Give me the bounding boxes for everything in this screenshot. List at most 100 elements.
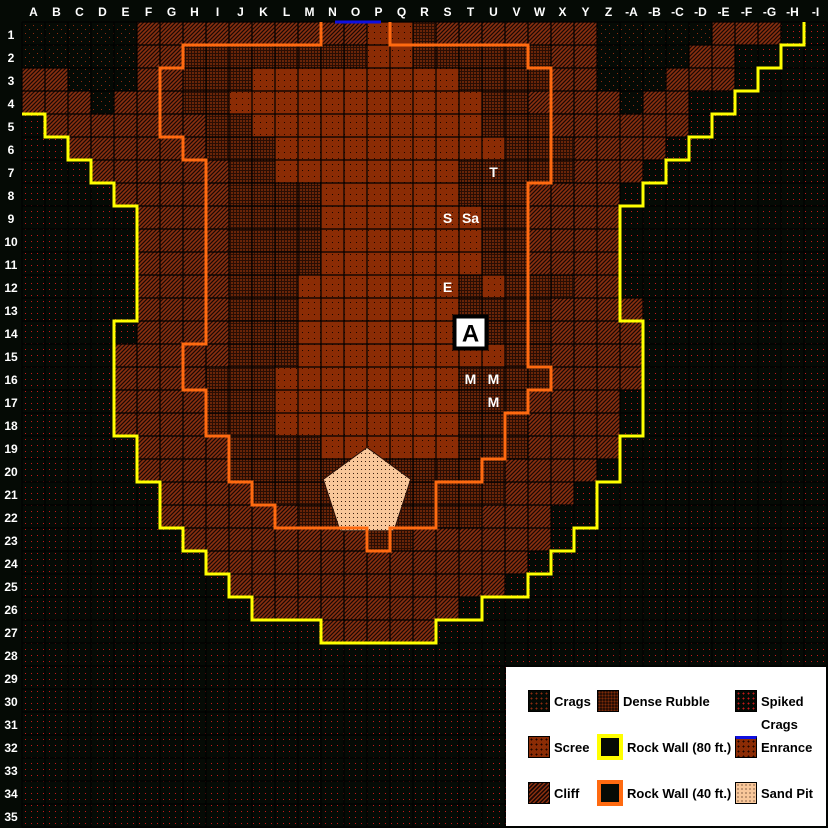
- map-cell-spiked-crags: [551, 551, 574, 574]
- map-cell-cliff: [505, 551, 528, 574]
- map-cell-cliff: [620, 137, 643, 160]
- map-cell-spiked-crags: [45, 528, 68, 551]
- map-cell-cliff: [114, 413, 137, 436]
- map-cell-spiked-crags: [528, 597, 551, 620]
- map-cell-spiked-crags: [91, 804, 114, 827]
- map-cell-spiked-crags: [666, 643, 689, 666]
- map-cell-spiked-crags: [712, 344, 735, 367]
- map-cell-spiked-crags: [413, 781, 436, 804]
- map-cell-spiked-crags: [758, 620, 781, 643]
- map-cell-spiked-crags: [735, 298, 758, 321]
- map-cell-scree: [298, 137, 321, 160]
- creature-marker[interactable]: Sa: [462, 210, 479, 226]
- map-cell-dense-rubble: [482, 252, 505, 275]
- map-cell-spiked-crags: [91, 758, 114, 781]
- map-cell-cliff: [620, 114, 643, 137]
- map-cell-spiked-crags: [735, 528, 758, 551]
- map-cell-spiked-crags: [689, 620, 712, 643]
- map-cell-scree: [275, 91, 298, 114]
- creature-marker[interactable]: M: [488, 371, 500, 387]
- map-cell-spiked-crags: [620, 574, 643, 597]
- map-cell-spiked-crags: [666, 597, 689, 620]
- column-label: X: [558, 5, 566, 19]
- map-cell-spiked-crags: [45, 666, 68, 689]
- map-cell-spiked-crags: [758, 183, 781, 206]
- map-cell-spiked-crags: [91, 643, 114, 666]
- map-cell-scree: [367, 321, 390, 344]
- map-cell-dense-rubble: [229, 367, 252, 390]
- map-cell-spiked-crags: [68, 551, 91, 574]
- map-cell-dense-rubble: [459, 505, 482, 528]
- map-cell-cliff: [183, 390, 206, 413]
- map-cell-cliff: [482, 505, 505, 528]
- creature-marker[interactable]: E: [443, 279, 452, 295]
- map-cell-scree: [436, 390, 459, 413]
- map-cell-spiked-crags: [459, 758, 482, 781]
- map-cell-cliff: [735, 22, 758, 45]
- map-cell-crags: [68, 45, 91, 68]
- map-cell-dense-rubble: [275, 229, 298, 252]
- map-cell-spiked-crags: [229, 804, 252, 827]
- map-cell-spiked-crags: [758, 252, 781, 275]
- map-cell-spiked-crags: [666, 275, 689, 298]
- map-cell-spiked-crags: [22, 114, 45, 137]
- map-cell-cliff: [528, 413, 551, 436]
- map-cell-spiked-crags: [804, 597, 827, 620]
- map-cell-cliff: [183, 275, 206, 298]
- map-cell-cliff: [114, 160, 137, 183]
- map-cell-spiked-crags: [91, 666, 114, 689]
- creature-marker[interactable]: T: [489, 164, 498, 180]
- map-cell-spiked-crags: [620, 252, 643, 275]
- map-cell-spiked-crags: [114, 528, 137, 551]
- player-token[interactable]: A: [462, 321, 479, 348]
- map-cell-cliff: [574, 229, 597, 252]
- column-label: -I: [812, 5, 819, 19]
- map-cell-dense-rubble: [298, 45, 321, 68]
- map-cell-scree: [390, 206, 413, 229]
- map-cell-dense-rubble: [482, 436, 505, 459]
- row-label: 2: [8, 51, 15, 65]
- map-cell-spiked-crags: [321, 643, 344, 666]
- map-cell-scree: [436, 68, 459, 91]
- map-cell-spiked-crags: [666, 160, 689, 183]
- map-cell-spiked-crags: [114, 758, 137, 781]
- map-cell-spiked-crags: [620, 436, 643, 459]
- map-cell-spiked-crags: [482, 643, 505, 666]
- map-cell-cliff: [137, 298, 160, 321]
- map-cell-scree: [344, 275, 367, 298]
- map-cell-cliff: [597, 229, 620, 252]
- map-cell-spiked-crags: [436, 781, 459, 804]
- map-cell-dense-rubble: [183, 91, 206, 114]
- map-cell-spiked-crags: [68, 275, 91, 298]
- creature-marker[interactable]: S: [443, 210, 452, 226]
- map-cell-scree: [413, 206, 436, 229]
- map-cell-dense-rubble: [298, 482, 321, 505]
- map-cell-cliff: [505, 22, 528, 45]
- map-cell-spiked-crags: [436, 804, 459, 827]
- map-cell-spiked-crags: [91, 528, 114, 551]
- map-cell-dense-rubble: [298, 183, 321, 206]
- map-cell-dense-rubble: [252, 321, 275, 344]
- map-cell-spiked-crags: [68, 413, 91, 436]
- map-cell-spiked-crags: [620, 528, 643, 551]
- map-cell-dense-rubble: [459, 183, 482, 206]
- map-cell-spiked-crags: [643, 459, 666, 482]
- map-cell-spiked-crags: [528, 643, 551, 666]
- map-cell-cliff: [160, 252, 183, 275]
- map-cell-spiked-crags: [22, 735, 45, 758]
- creature-marker[interactable]: M: [488, 394, 500, 410]
- map-cell-spiked-crags: [804, 459, 827, 482]
- map-cell-spiked-crags: [551, 574, 574, 597]
- map-cell-cliff: [114, 137, 137, 160]
- map-cell-spiked-crags: [804, 413, 827, 436]
- map-cell-cliff: [206, 482, 229, 505]
- map-cell-dense-rubble: [528, 321, 551, 344]
- map-cell-spiked-crags: [781, 45, 804, 68]
- creature-marker[interactable]: M: [465, 371, 477, 387]
- map-cell-cliff: [68, 137, 91, 160]
- map-cell-spiked-crags: [68, 459, 91, 482]
- map-cell-spiked-crags: [252, 689, 275, 712]
- map-cell-spiked-crags: [252, 758, 275, 781]
- map-cell-dense-rubble: [528, 45, 551, 68]
- map-cell-scree: [459, 252, 482, 275]
